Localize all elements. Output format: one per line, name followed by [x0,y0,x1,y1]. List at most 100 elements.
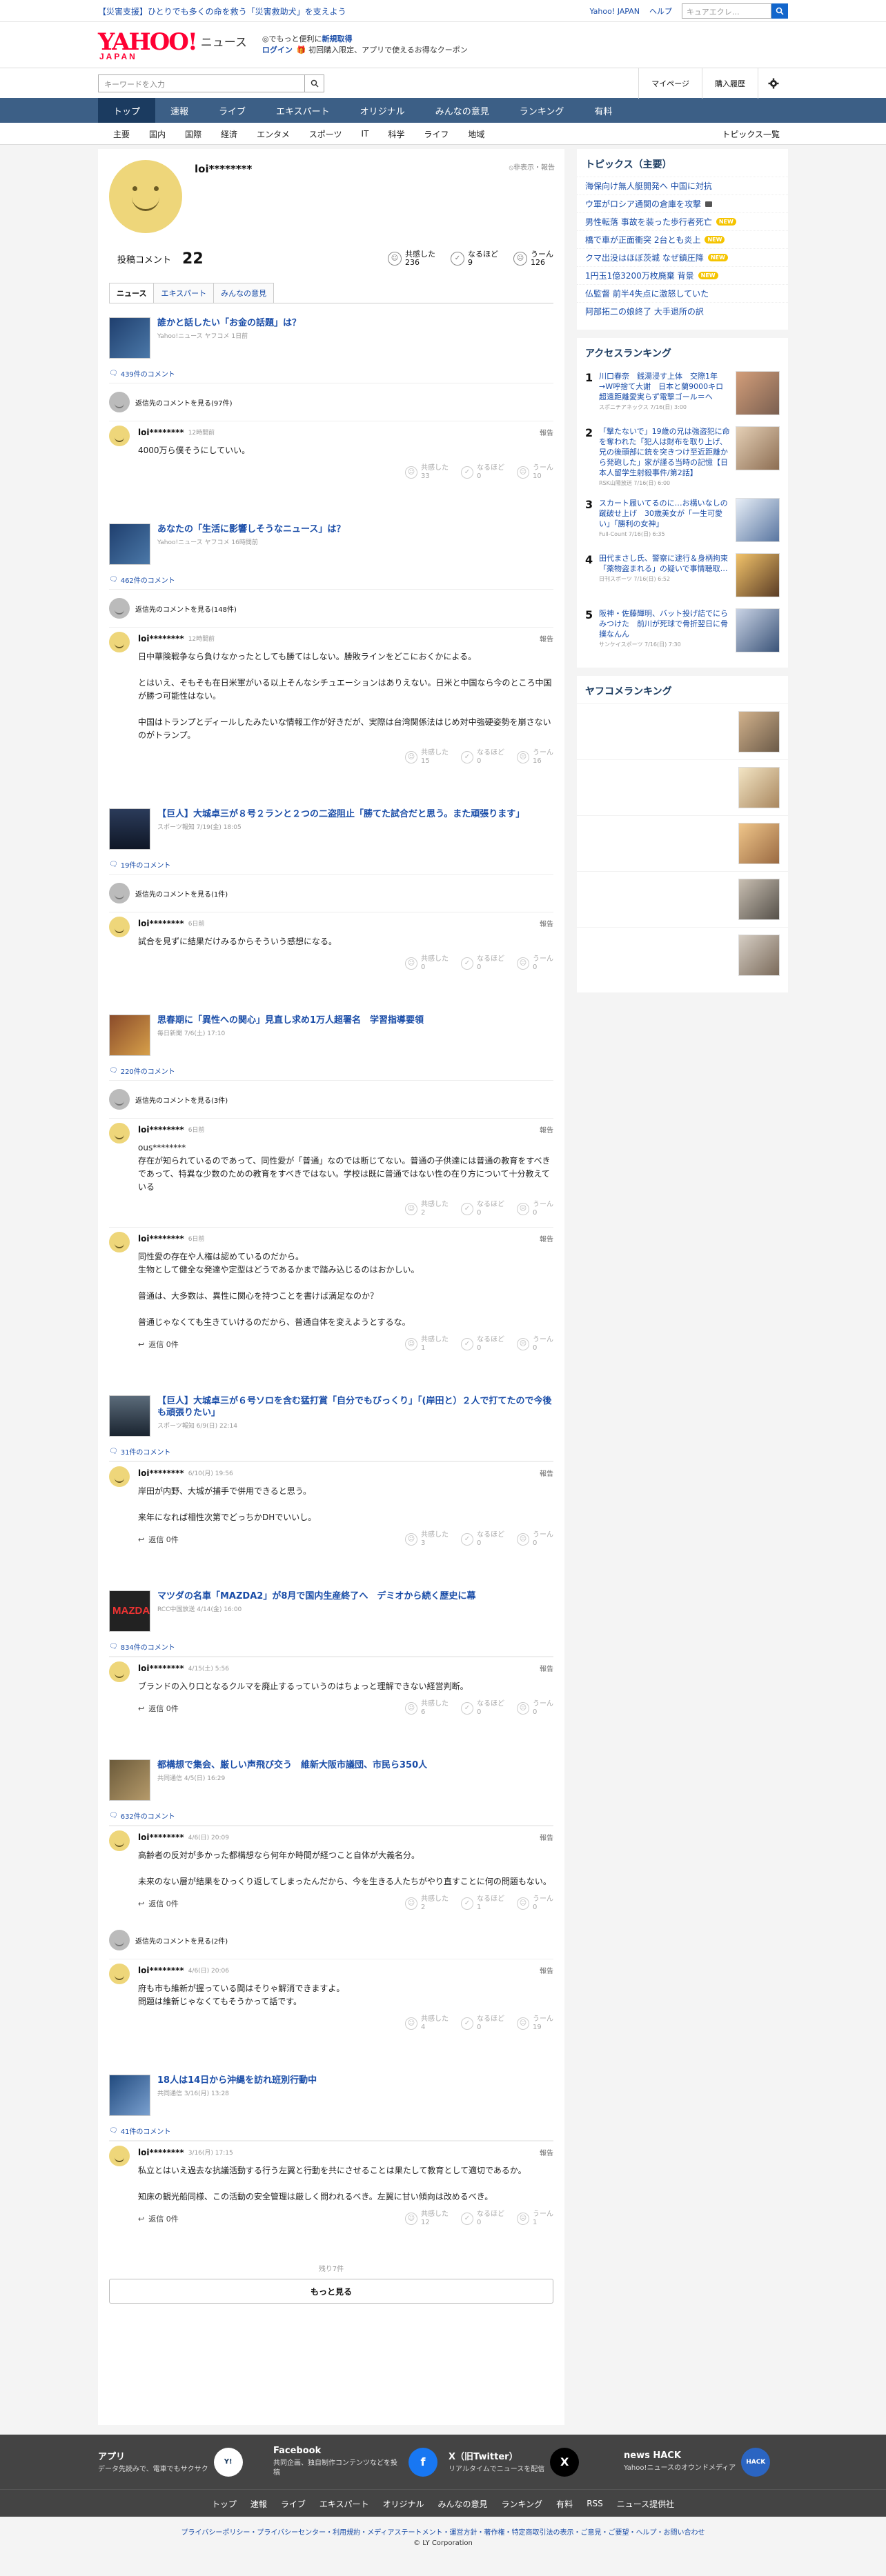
hmm-button[interactable]: ☹ うーん 0 [517,1336,553,1352]
comment-ranking-thumbnail[interactable] [738,823,780,864]
view-parent-comments-link[interactable]: 返信先のコメントを見る(1件) [109,875,553,912]
category-sports[interactable]: スポーツ [299,128,352,140]
comment-user[interactable]: loi******** [138,1234,184,1244]
report-link[interactable]: 報告 [540,1832,553,1842]
footer-nav-link[interactable]: エキスパート [313,2498,376,2510]
comment-count-link[interactable]: 🗨 439件のコメント [109,364,553,383]
report-link[interactable]: 報告 [540,918,553,928]
ranking-item[interactable]: 2 「撃たないで」19歳の兄は強盗犯に命を奪われた「犯人は財布を取り上げ、兄の後頭… [577,421,788,492]
settings-button[interactable] [758,68,788,99]
ranking-item[interactable]: 5 阪神・佐藤輝明、バット投げ詰でにらみつけた 前川が死球で骨折翌日に骨撲なんんサ… [577,603,788,658]
login-link[interactable]: ログイン [262,46,293,54]
category-local[interactable]: 地域 [458,128,494,140]
topic-link[interactable]: 海保向け無人艇開発へ 中国に対抗 [577,177,788,194]
comment-ranking-item[interactable] [577,759,788,815]
footer-nav-link[interactable]: ランキング [495,2498,550,2510]
tab-paid[interactable]: 有料 [579,98,627,123]
empathy-button[interactable]: ☺ 共感した 0 [405,955,449,972]
article-card[interactable]: 都構想で集会、厳しい声飛び交う 維新大阪市議団、市民ら350人 共同通信 4/5(… [109,1746,553,1806]
report-link[interactable]: 報告 [540,1663,553,1673]
report-link[interactable]: 報告 [540,2147,553,2157]
footer-legal-links[interactable]: プライバシーポリシー・プライバシーセンター・利用規約・メディアステートメント・運… [0,2517,886,2539]
comment-user[interactable]: loi******** [138,919,184,928]
footer-app-card[interactable]: news HACK Yahoo!ニュースのオウンドメディア HACK [624,2446,788,2478]
comment-user[interactable]: loi******** [138,1966,184,1975]
reply-button[interactable]: ↩ 返信 0件 [138,1703,179,1714]
report-link[interactable]: 報告 [540,1468,553,1478]
comment-ranking-item[interactable] [577,703,788,759]
alert-link[interactable]: 【災害支援】ひとりでも多くの命を救う「災害救助犬」を支えよう [98,6,346,17]
footer-app-card[interactable]: Facebook 共同企画、独自制作コンテンツなどを投稿 f [273,2446,437,2478]
topic-link[interactable]: 男性転落 事故を装った歩行者死亡 NEW [577,212,788,230]
ranking-thumbnail[interactable] [736,498,780,542]
topic-link[interactable]: 橋で車が正面衝突 2台とも炎上 NEW [577,230,788,248]
footer-nav-link[interactable]: オリジナル [376,2498,431,2510]
article-title[interactable]: 都構想で集会、厳しい声飛び交う 維新大阪市議団、市民ら350人 [157,1759,427,1771]
view-parent-comments-link[interactable]: 返信先のコメントを見る(148件) [109,590,553,627]
empathy-button[interactable]: ☺ 共感した 12 [405,2210,449,2227]
ranking-item[interactable]: 4 田代まさし氏、警察に逮行＆身柄拘束「薬物盗まれる」の疑いで事情聴取… 日刊スポー… [577,548,788,603]
topic-link[interactable]: 阿部拓二の娘終了 大手退所の訳 [577,302,788,320]
article-thumbnail[interactable]: MAZDA [109,1590,150,1632]
category-science[interactable]: 科学 [378,128,414,140]
category-entertainment[interactable]: エンタメ [247,128,299,140]
comment-ranking-thumbnail[interactable] [738,935,780,976]
category-economy[interactable]: 経済 [211,128,247,140]
article-thumbnail[interactable] [109,1395,150,1437]
article-card[interactable]: 誰かと話したい「お金の話題」は？ Yahoo!ニュース ヤフコメ 1日前 [109,303,553,364]
insight-button[interactable]: ✓ なるほど 1 [461,1895,504,1912]
comment-user[interactable]: loi******** [138,1833,184,1842]
empathy-button[interactable]: ☺ 共感した 2 [405,1895,449,1912]
empathy-button[interactable]: ☺ 共感した 1 [405,1336,449,1352]
footer-nav-link[interactable]: みんなの意見 [431,2498,495,2510]
footer-nav-link[interactable]: ニュース提供社 [610,2498,681,2510]
hmm-button[interactable]: ☹ うーん 0 [517,1531,553,1548]
article-thumbnail[interactable] [109,1015,150,1056]
keyword-search-button[interactable] [305,74,324,92]
article-title[interactable]: 誰かと話したい「お金の話題」は？ [157,317,301,329]
keyword-input[interactable]: キーワードを入力 [98,74,305,92]
comment-ranking-thumbnail[interactable] [738,711,780,752]
category-life[interactable]: ライフ [414,128,458,140]
tab-opinion[interactable]: みんなの意見 [420,98,504,123]
reply-button[interactable]: ↩ 返信 0件 [138,1534,179,1545]
yahoo-japan-link[interactable]: Yahoo! JAPAN [589,7,640,16]
comment-user[interactable]: loi******** [138,1468,184,1478]
help-link[interactable]: ヘルプ [649,6,672,17]
comment-user[interactable]: loi******** [138,428,184,437]
topic-link[interactable]: 仏監督 前半4失点に激怒していた [577,284,788,302]
hmm-button[interactable]: ☹ うーん 19 [517,2015,553,2032]
empathy-button[interactable]: ☺ 共感した 15 [405,749,449,766]
footer-nav-link[interactable]: 有料 [549,2498,580,2510]
footer-nav-link[interactable]: 速報 [244,2498,274,2510]
signup-link[interactable]: 新規取得 [322,34,353,43]
category-domestic[interactable]: 国内 [139,128,175,140]
footer-app-card[interactable]: X（旧Twitter） リアルタイムでニュースを配信 X [449,2446,613,2478]
footer-nav-link[interactable]: ライブ [274,2498,313,2510]
ranking-title[interactable]: スカート履いてるのに…お構いなしの蹴破せ上げ 30歳美女が「一生可愛い」「勝利の… [599,498,730,529]
yahoo-logo[interactable]: YAHOO! JAPAN [98,30,198,61]
comment-user[interactable]: loi******** [138,2148,184,2157]
hmm-button[interactable]: ☹ うーん 10 [517,464,553,481]
footer-nav-link[interactable]: トップ [205,2498,244,2510]
article-thumbnail[interactable] [109,808,150,850]
article-card[interactable]: MAZDA マツダの名車「MAZDA2」が8月で国内生産終了へ デミオから続く歴史… [109,1577,553,1637]
insight-button[interactable]: ✓ なるほど 0 [461,464,504,481]
hmm-button[interactable]: ☹ うーん 1 [517,2210,553,2227]
comment-count-link[interactable]: 🗨 31件のコメント [109,1442,553,1461]
hmm-button[interactable]: ☹ うーん 0 [517,955,553,972]
ranking-title[interactable]: 阪神・佐藤輝明、バット投げ詰でにらみつけた 前川が死球で骨折翌日に骨撲なんん [599,608,730,639]
article-title[interactable]: 思春期に「異性への関心」見直し求め1万人超署名 学習指導要領 [157,1015,424,1026]
hmm-button[interactable]: ☹ うーん 0 [517,1895,553,1912]
insight-button[interactable]: ✓ なるほど 0 [461,1336,504,1352]
ranking-item[interactable]: 3 スカート履いてるのに…お構いなしの蹴破せ上げ 30歳美女が「一生可愛い」「勝利… [577,492,788,548]
ranking-title[interactable]: 川口春奈 銭湯浸す上体 交際1年→W呼捨て大謝 日本と蘭9000キロ超遠距離愛実… [599,371,730,402]
report-link[interactable]: 報告 [540,1233,553,1244]
comment-count-link[interactable]: 🗨 41件のコメント [109,2121,553,2141]
topics-list-link[interactable]: トピックス一覧 [722,128,788,140]
ranking-thumbnail[interactable] [736,371,780,415]
comment-ranking-item[interactable] [577,871,788,927]
article-title[interactable]: 18人は14日から沖縄を訪れ班別行動中 [157,2075,317,2086]
tab-ranking[interactable]: ランキング [504,98,580,123]
hmm-button[interactable]: ☹ うーん 0 [517,1201,553,1217]
